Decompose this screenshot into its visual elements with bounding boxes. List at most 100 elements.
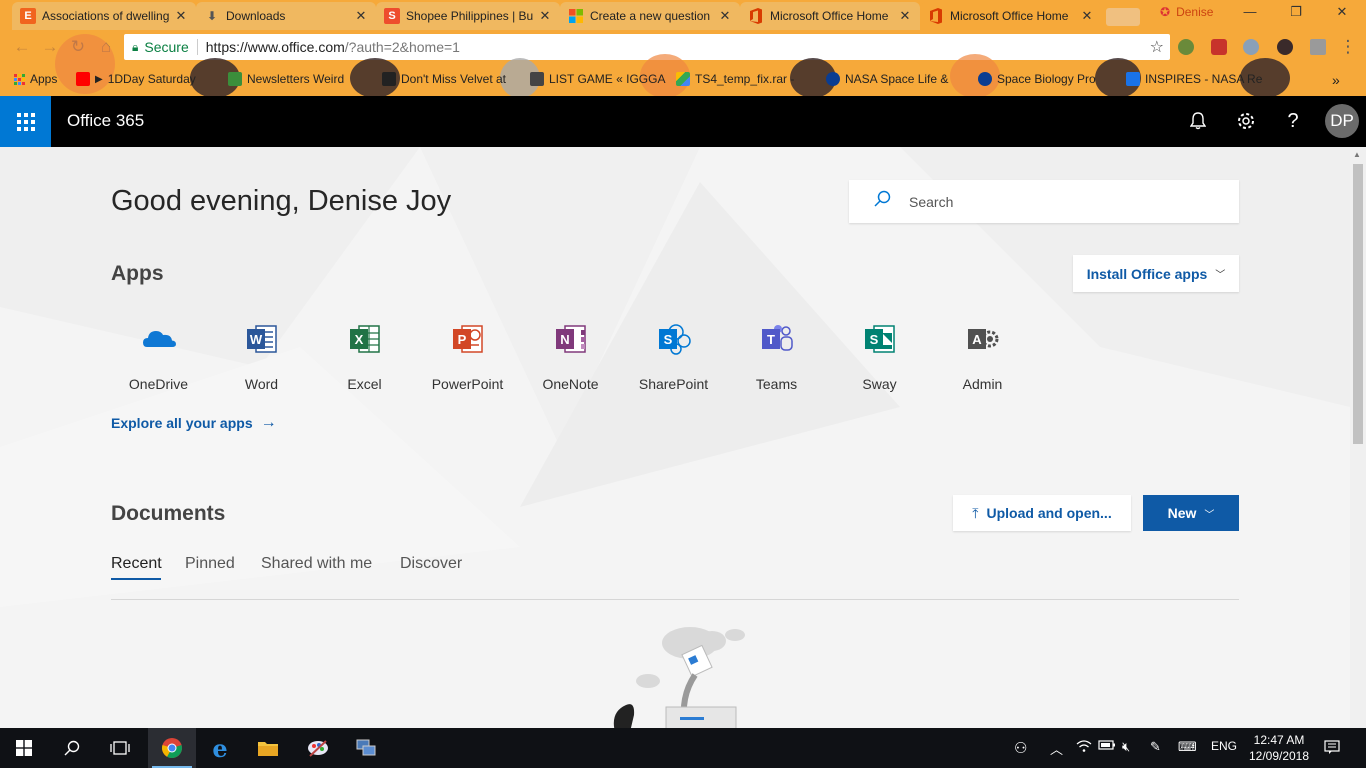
app-launcher-button[interactable] bbox=[0, 96, 51, 147]
bookmark-item[interactable]: TS4_temp_fix.rar - bbox=[676, 72, 794, 86]
close-tab-icon[interactable]: ✕ bbox=[538, 8, 552, 24]
tab-shared-with-me[interactable]: Shared with me bbox=[261, 555, 372, 573]
search-icon[interactable] bbox=[48, 728, 96, 768]
app-tile-onedrive[interactable]: OneDrive bbox=[107, 317, 210, 397]
search-input[interactable]: Search bbox=[849, 180, 1239, 223]
close-tab-icon[interactable]: ✕ bbox=[718, 8, 732, 24]
chevron-down-icon: ﹀ bbox=[1204, 509, 1215, 521]
task-view-icon[interactable] bbox=[96, 728, 144, 768]
bookmark-item[interactable]: ▶ 1DDay Saturday bbox=[76, 72, 196, 86]
menu-kebab-icon[interactable]: ⋮ bbox=[1338, 37, 1358, 57]
nasa-icon bbox=[826, 72, 840, 86]
keyboard-icon[interactable]: ⌨ bbox=[1178, 739, 1197, 755]
new-document-button[interactable]: New ﹀ bbox=[1143, 495, 1239, 531]
file-explorer-icon[interactable] bbox=[244, 728, 292, 768]
back-icon[interactable]: ← bbox=[12, 37, 32, 57]
bookmark-favicon bbox=[1126, 72, 1140, 86]
browser-tab[interactable]: ⬇ Downloads ✕ bbox=[196, 2, 376, 30]
scroll-thumb[interactable] bbox=[1353, 164, 1363, 444]
restore-icon[interactable]: ❐ bbox=[1276, 4, 1316, 24]
edge-taskbar-icon[interactable]: e bbox=[196, 728, 244, 768]
browser-tab[interactable]: Create a new question ✕ bbox=[560, 2, 740, 30]
youtube-icon bbox=[76, 72, 90, 86]
extension-icon[interactable] bbox=[1178, 39, 1194, 55]
lock-icon: 🔒︎ bbox=[132, 39, 139, 54]
scroll-up-icon[interactable]: ▲ bbox=[1353, 150, 1361, 159]
app-tile-teams[interactable]: T Teams bbox=[725, 317, 828, 397]
scrollbar[interactable]: ▲ bbox=[1350, 147, 1366, 728]
upload-and-open-button[interactable]: ⤒ Upload and open... bbox=[953, 495, 1131, 531]
bookmark-label: Apps bbox=[30, 72, 58, 86]
app-tile-excel[interactable]: X Excel bbox=[313, 317, 416, 397]
suite-title[interactable]: Office 365 bbox=[67, 111, 144, 131]
close-tab-icon[interactable]: ✕ bbox=[354, 8, 368, 24]
bookmark-item[interactable]: Don't Miss Velvet at bbox=[382, 72, 506, 86]
app-tile-sharepoint[interactable]: S SharePoint bbox=[622, 317, 725, 397]
app-label: OneDrive bbox=[128, 376, 189, 392]
shield-extension-icon[interactable] bbox=[1211, 39, 1227, 55]
app-tile-sway[interactable]: S Sway bbox=[828, 317, 931, 397]
system-clock[interactable]: 12:47 AM 12/09/2018 bbox=[1244, 732, 1314, 764]
bookmark-item[interactable]: NASA Space Life & bbox=[826, 72, 948, 86]
people-icon[interactable]: ⚇ bbox=[1014, 739, 1027, 757]
app-tile-onenote[interactable]: N OneNote bbox=[519, 317, 622, 397]
extension-icon[interactable] bbox=[1277, 39, 1293, 55]
profile-chip[interactable]: ✪ Denise bbox=[1160, 5, 1213, 19]
browser-tab[interactable]: S Shopee Philippines | Bu ✕ bbox=[376, 2, 560, 30]
tab-pinned[interactable]: Pinned bbox=[185, 555, 235, 573]
language-indicator[interactable]: ENG bbox=[1211, 739, 1237, 753]
address-bar[interactable]: 🔒︎ Secure https://www.office.com/?auth=2… bbox=[124, 34, 1170, 60]
word-icon: W bbox=[246, 325, 277, 353]
bookmark-favicon bbox=[382, 72, 396, 86]
search-icon bbox=[873, 190, 891, 213]
bookmark-item[interactable]: Space Biology Pro bbox=[978, 72, 1096, 86]
app-tile-powerpoint[interactable]: P PowerPoint bbox=[416, 317, 519, 397]
close-tab-icon[interactable]: ✕ bbox=[898, 8, 912, 24]
close-tab-icon[interactable]: ✕ bbox=[174, 8, 188, 24]
tab-recent[interactable]: Recent bbox=[111, 555, 162, 573]
avatar[interactable]: DP bbox=[1325, 104, 1359, 138]
browser-tab-active[interactable]: Microsoft Office Home ✕ bbox=[920, 2, 1102, 30]
browser-tab[interactable]: E Associations of dwelling ✕ bbox=[12, 2, 196, 30]
clock-time: 12:47 AM bbox=[1253, 733, 1305, 747]
battery-icon[interactable] bbox=[1098, 739, 1116, 754]
arrow-right-icon: → bbox=[260, 414, 277, 431]
tab-title: Microsoft Office Home bbox=[770, 9, 889, 23]
browser-tab-strip: E Associations of dwelling ✕ ⬇ Downloads… bbox=[0, 0, 1366, 30]
speaker-muted-icon[interactable]: 🔇︎ bbox=[1122, 739, 1130, 755]
more-bookmarks-icon[interactable]: » bbox=[1332, 72, 1340, 88]
onenote-icon: N bbox=[555, 325, 586, 353]
bookmark-item[interactable]: Newsletters Weird bbox=[228, 72, 344, 86]
extension-icon[interactable] bbox=[1243, 39, 1259, 55]
wifi-icon[interactable] bbox=[1076, 739, 1092, 756]
bell-icon[interactable] bbox=[1186, 109, 1210, 133]
paint-icon[interactable] bbox=[294, 728, 342, 768]
gear-icon[interactable] bbox=[1234, 109, 1258, 133]
extension-icon[interactable] bbox=[1310, 39, 1326, 55]
chevron-up-icon[interactable]: ︿ bbox=[1050, 739, 1063, 758]
help-icon[interactable]: ? bbox=[1281, 109, 1305, 133]
minimize-icon[interactable]: — bbox=[1230, 4, 1270, 24]
notifications-icon[interactable] bbox=[1324, 739, 1340, 758]
shopee-icon: S bbox=[384, 8, 400, 24]
chrome-taskbar-icon[interactable] bbox=[148, 728, 196, 768]
app-label: SharePoint bbox=[638, 376, 709, 392]
browser-tab[interactable]: Microsoft Office Home ✕ bbox=[740, 2, 920, 30]
bookmark-star-icon[interactable]: ☆ bbox=[1150, 37, 1164, 57]
app-label: Word bbox=[244, 376, 279, 392]
pen-icon[interactable]: ✎ bbox=[1150, 739, 1161, 755]
empty-documents-illustration bbox=[613, 627, 745, 728]
tab-discover[interactable]: Discover bbox=[400, 555, 462, 573]
explore-apps-link[interactable]: Explore all your apps → bbox=[111, 414, 277, 432]
windows-start-icon[interactable] bbox=[0, 728, 48, 768]
bookmark-item[interactable]: LIST GAME « IGGGA bbox=[530, 72, 665, 86]
app-tile-admin[interactable]: A Admin bbox=[931, 317, 1034, 397]
app-tile-word[interactable]: W Word bbox=[210, 317, 313, 397]
new-tab-button[interactable] bbox=[1106, 8, 1140, 26]
close-tab-icon[interactable]: ✕ bbox=[1080, 8, 1094, 24]
close-window-icon[interactable]: ✕ bbox=[1322, 4, 1362, 24]
install-office-apps-button[interactable]: Install Office apps ﹀ bbox=[1073, 255, 1239, 292]
bookmark-item[interactable]: INSPIRES - NASA Re bbox=[1126, 72, 1262, 86]
bookmark-apps[interactable]: Apps bbox=[14, 72, 57, 86]
remote-desktop-icon[interactable] bbox=[342, 728, 390, 768]
